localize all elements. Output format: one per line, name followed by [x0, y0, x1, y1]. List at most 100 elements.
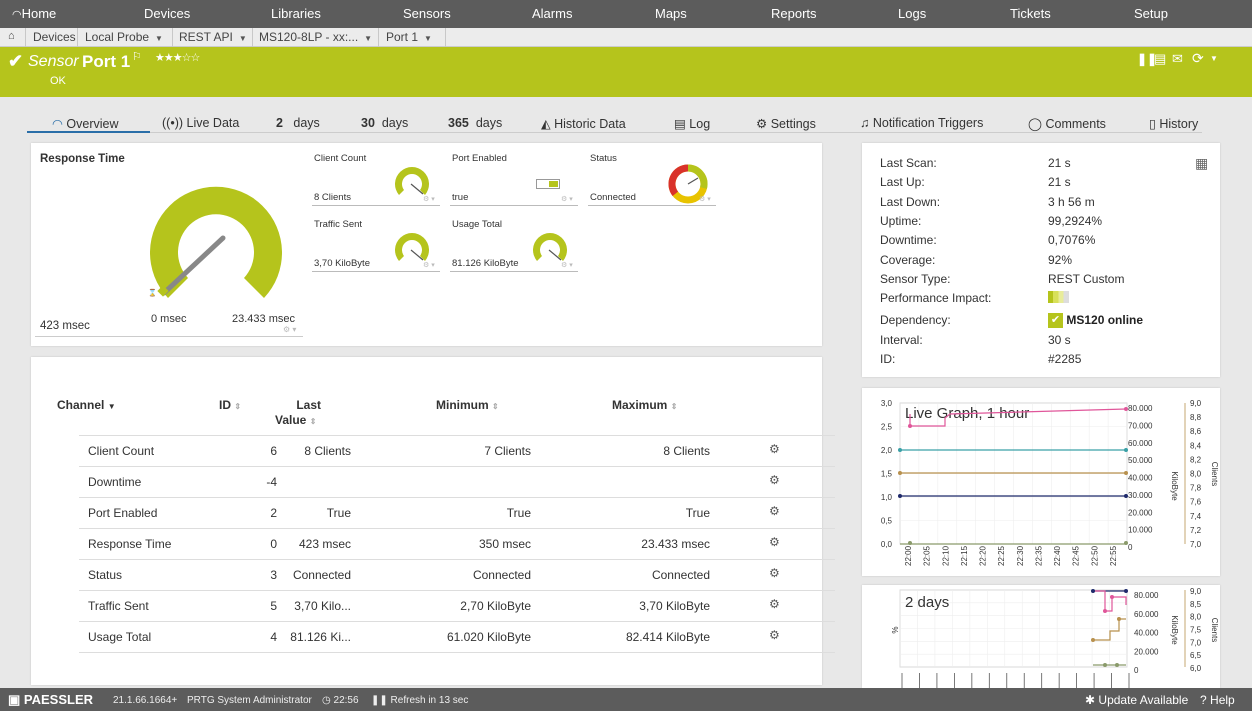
- report-icon[interactable]: ▤: [1154, 51, 1166, 67]
- brand-logo[interactable]: ▣ PAESSLER: [8, 692, 93, 708]
- table-row[interactable]: Usage Total 4 81.126 Ki... 61.020 KiloByte 8…: [79, 621, 835, 652]
- breadcrumb-devices[interactable]: Devices: [33, 30, 76, 44]
- live-graph-panel[interactable]: 3,0 2,5 2,0 1,5 1,0 0,5 0,0 80.000 70.000 60.000 5…: [862, 388, 1220, 576]
- nav-home[interactable]: ◠Home: [12, 6, 56, 21]
- channel-name[interactable]: Downtime: [88, 475, 141, 489]
- gear-icon[interactable]: ⚙ ▾: [699, 195, 711, 203]
- tab-notification-triggers[interactable]: ♫ Notification Triggers: [860, 116, 983, 130]
- qr-code-icon[interactable]: ▦: [1195, 155, 1208, 172]
- port-enabled-label: Port Enabled: [452, 153, 507, 164]
- channel-last-value: True: [326, 506, 351, 520]
- channel-settings-icon[interactable]: ⚙: [769, 442, 780, 456]
- nav-libraries[interactable]: Libraries: [271, 6, 321, 21]
- nav-devices[interactable]: Devices: [144, 6, 190, 21]
- channel-name[interactable]: Port Enabled: [88, 506, 157, 520]
- minimum-header[interactable]: Minimum ⇕: [436, 398, 499, 412]
- nav-sensors[interactable]: Sensors: [403, 6, 451, 21]
- port-enabled-toggle[interactable]: [536, 179, 560, 189]
- property-value: 30 s: [1048, 333, 1071, 347]
- data-point: [1124, 494, 1128, 498]
- last-value-header[interactable]: Last: [261, 398, 321, 412]
- property-label: Downtime:: [880, 233, 937, 247]
- chevron-down-icon: ▼: [238, 34, 247, 43]
- tab-30-days[interactable]: 30 days: [361, 116, 408, 130]
- gear-icon[interactable]: ⚙ ▾: [423, 261, 435, 269]
- days2-graph-panel[interactable]: 80.000 60.000 40.000 20.000 0 9,0 8,5 8,0 7,5 7,0…: [862, 585, 1220, 688]
- nav-alarms[interactable]: Alarms: [532, 6, 572, 21]
- channel-name[interactable]: Client Count: [88, 444, 154, 458]
- y-tick-label: 8,0: [1190, 470, 1202, 479]
- update-available[interactable]: ✱ Update Available: [1085, 693, 1188, 707]
- y-tick-label: 0,5: [881, 517, 893, 526]
- tab-comments[interactable]: ◯ Comments: [1028, 116, 1106, 131]
- channel-settings-icon[interactable]: ⚙: [769, 597, 780, 611]
- channel-name[interactable]: Status: [88, 568, 122, 582]
- version-text[interactable]: 21.1.66.1664+: [113, 695, 177, 706]
- last-value-header-2[interactable]: Value ⇕: [275, 413, 316, 427]
- nav-logs[interactable]: Logs: [898, 6, 926, 21]
- tab-overview[interactable]: ◠ Overview: [52, 116, 119, 131]
- gear-icon[interactable]: ⚙ ▾: [561, 195, 573, 203]
- channel-settings-icon[interactable]: ⚙: [769, 628, 780, 642]
- nav-reports[interactable]: Reports: [771, 6, 817, 21]
- tab-historic-data[interactable]: ◭ Historic Data: [541, 116, 626, 131]
- tab-live-data[interactable]: ((•)) Live Data: [162, 116, 239, 130]
- refresh-icon[interactable]: ⟳: [1192, 50, 1204, 67]
- table-row[interactable]: Traffic Sent 5 3,70 Kilo... 2,70 KiloByte 3,…: [79, 590, 835, 621]
- email-icon[interactable]: ✉: [1172, 51, 1183, 67]
- y-tick-label: 20.000: [1128, 508, 1153, 517]
- tab-history[interactable]: ▯ History: [1149, 116, 1198, 131]
- channel-settings-icon[interactable]: ⚙: [769, 535, 780, 549]
- tab-365-days[interactable]: 365 days: [448, 116, 502, 130]
- tab-log[interactable]: ▤ Log: [674, 116, 710, 131]
- table-row[interactable]: Status 3 Connected Connected Connected ⚙: [79, 559, 835, 590]
- priority-stars[interactable]: ★★★☆☆: [155, 51, 200, 64]
- flag-icon[interactable]: ⚐: [132, 50, 142, 63]
- x-tick-label: 22:05: [923, 545, 932, 566]
- channel-minimum: 7 Clients: [484, 444, 531, 458]
- channel-settings-icon[interactable]: ⚙: [769, 566, 780, 580]
- breadcrumb-port[interactable]: Port 1 ▼: [386, 30, 432, 44]
- table-row[interactable]: Client Count 6 8 Clients 7 Clients 8 Clients…: [79, 435, 835, 466]
- tab-2-days[interactable]: 2 days: [276, 116, 320, 130]
- id-header[interactable]: ID ⇕: [219, 398, 241, 412]
- channel-settings-icon[interactable]: ⚙: [769, 473, 780, 487]
- table-bottom-border: [79, 652, 835, 653]
- user-name[interactable]: PRTG System Administrator: [187, 695, 312, 706]
- refresh-status[interactable]: ❚❚ Refresh in 13 sec: [371, 695, 468, 706]
- breadcrumb-device[interactable]: MS120-8LP - xx:... ▼: [259, 30, 372, 44]
- check-icon: ✔: [8, 51, 24, 71]
- chevron-down-icon: ▼: [155, 34, 163, 43]
- data-point: [1124, 448, 1128, 452]
- gear-icon[interactable]: ⚙ ▾: [423, 195, 435, 203]
- chevron-down-icon[interactable]: ▼: [1210, 54, 1218, 63]
- nav-setup[interactable]: Setup: [1134, 6, 1168, 21]
- channel-settings-icon[interactable]: ⚙: [769, 504, 780, 518]
- gear-icon[interactable]: ⚙ ▾: [561, 261, 573, 269]
- clock-icon: ◷: [322, 695, 331, 706]
- channel-name[interactable]: Usage Total: [88, 630, 151, 644]
- channel-name[interactable]: Response Time: [88, 537, 171, 551]
- help-link[interactable]: ? Help: [1200, 693, 1235, 707]
- channel-last-value: 423 msec: [298, 537, 351, 551]
- tab-settings[interactable]: ⚙ Settings: [756, 116, 816, 131]
- live-graph: 3,0 2,5 2,0 1,5 1,0 0,5 0,0 80.000 70.000 60.000 5…: [881, 399, 1219, 566]
- table-row[interactable]: Port Enabled 2 True True True ⚙: [79, 497, 835, 528]
- table-row[interactable]: Response Time 0 423 msec 350 msec 23.433 mse…: [79, 528, 835, 559]
- dependency-link[interactable]: MS120 online: [1066, 313, 1143, 327]
- chart-icon: ◭: [541, 117, 551, 131]
- gear-icon[interactable]: ⚙ ▾: [283, 325, 296, 334]
- breadcrumb: ⌂ Devices Local Probe ▼ REST API ▼ MS120-8…: [0, 28, 1252, 47]
- home-icon[interactable]: ⌂: [8, 30, 15, 42]
- table-row[interactable]: Downtime -4 ⚙: [79, 466, 835, 497]
- nav-maps[interactable]: Maps: [655, 6, 687, 21]
- channel-header[interactable]: Channel ▼: [57, 398, 116, 412]
- nav-tickets[interactable]: Tickets: [1010, 6, 1051, 21]
- gear-icon: ⚙: [756, 117, 768, 131]
- channel-name[interactable]: Traffic Sent: [88, 599, 149, 613]
- breadcrumb-rest-api[interactable]: REST API ▼: [179, 30, 247, 44]
- y-tick-label: 7,5: [1190, 626, 1202, 635]
- breadcrumb-local-probe[interactable]: Local Probe ▼: [85, 30, 163, 44]
- maximum-header[interactable]: Maximum ⇕: [612, 398, 677, 412]
- channel-minimum: 2,70 KiloByte: [460, 599, 531, 613]
